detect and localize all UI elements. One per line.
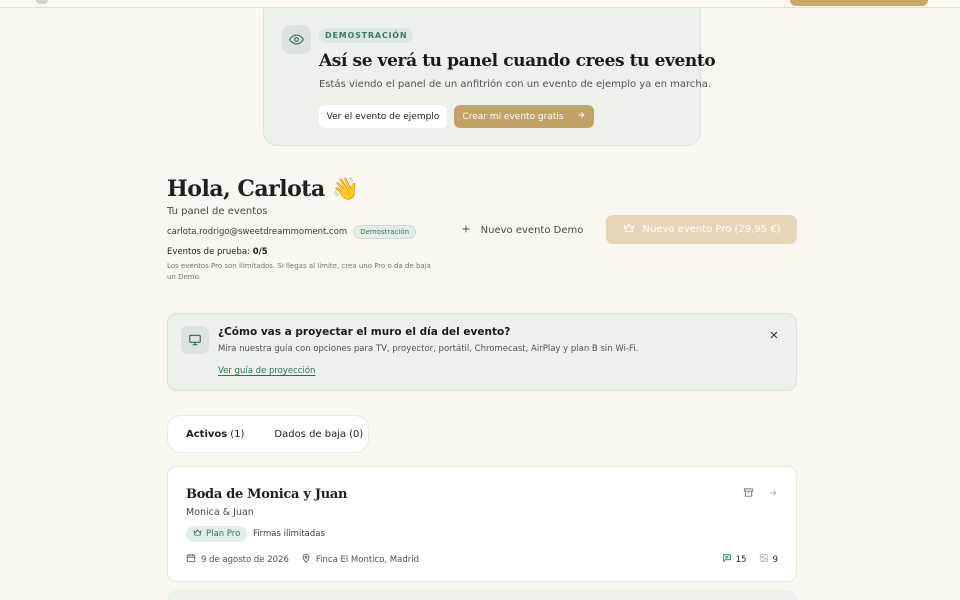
top-navigation-bar xyxy=(0,0,960,8)
event-date: 9 de agosto de 2026 xyxy=(186,553,289,566)
new-pro-event-button[interactable]: Nuevo evento Pro (29,95 €) xyxy=(606,215,797,244)
page-subtitle: Tu panel de eventos xyxy=(167,206,268,217)
demo-badge: DEMOSTRACIÓN xyxy=(319,28,414,43)
next-event-card-peek xyxy=(167,590,797,600)
plan-feature: Firmas ilimitadas xyxy=(253,529,325,539)
projection-title: ¿Cómo vas a proyectar el muro el día del… xyxy=(218,326,511,338)
messages-stat: 15 xyxy=(722,553,747,566)
plan-badge: Plan Pro xyxy=(186,526,248,542)
plus-icon xyxy=(461,224,471,237)
account-email: carlota.rodrigo@sweetdreammoment.com xyxy=(167,227,348,237)
event-card[interactable]: Boda de Monica y Juan Monica & Juan Plan… xyxy=(167,466,797,582)
account-info: carlota.rodrigo@sweetdreammoment.com Dem… xyxy=(167,225,417,239)
trial-limit-note: Los eventos Pro son ilimitados. Si llega… xyxy=(167,262,431,281)
event-tabs: Activos (1) Dados de baja (0) xyxy=(167,415,369,453)
archive-icon[interactable] xyxy=(743,483,754,502)
projection-description: Mira nuestra guía con opciones para TV, … xyxy=(218,344,639,354)
arrow-right-icon xyxy=(576,110,586,123)
monitor-icon xyxy=(181,326,209,354)
crown-icon xyxy=(193,528,202,540)
message-icon xyxy=(722,553,732,566)
event-title: Boda de Monica y Juan xyxy=(186,487,348,502)
create-free-event-button[interactable]: Crear mi evento gratis xyxy=(454,105,594,128)
page-title: Hola, Carlota 👋 xyxy=(167,176,359,202)
account-status-badge: Demostración xyxy=(353,225,417,239)
image-icon xyxy=(759,553,769,566)
demo-banner: DEMOSTRACIÓN Así se verá tu panel cuando… xyxy=(263,8,716,146)
nav-primary-button[interactable] xyxy=(790,0,928,6)
arrow-right-icon[interactable] xyxy=(768,483,778,502)
projection-guide-card: ¿Cómo vas a proyectar el muro el día del… xyxy=(167,313,797,391)
demo-description: Estás viendo el panel de un anfitrión co… xyxy=(319,79,712,90)
location-pin-icon xyxy=(301,553,311,566)
event-stats: 15 9 xyxy=(722,553,778,566)
trial-events-counter: Eventos de prueba: 0/5 xyxy=(167,247,268,257)
crown-icon xyxy=(623,222,635,237)
demo-title: Así se verá tu panel cuando crees tu eve… xyxy=(319,51,716,71)
tab-archived-events[interactable]: Dados de baja (0) xyxy=(261,420,376,448)
event-couple: Monica & Juan xyxy=(186,507,254,518)
view-example-event-button[interactable]: Ver el evento de ejemplo xyxy=(319,105,447,128)
eye-icon xyxy=(282,25,311,54)
event-location: Finca El Montico, Madrid xyxy=(301,553,419,566)
projection-guide-link[interactable]: Ver guía de proyección xyxy=(218,366,315,376)
event-meta: 9 de agosto de 2026 Finca El Montico, Ma… xyxy=(186,553,419,566)
tab-active-events[interactable]: Activos (1) xyxy=(173,420,257,448)
calendar-icon xyxy=(186,553,196,566)
event-card-actions xyxy=(743,483,778,502)
photos-stat: 9 xyxy=(759,553,778,566)
nav-logo-fragment[interactable] xyxy=(36,0,48,4)
new-demo-event-button[interactable]: Nuevo evento Demo xyxy=(454,219,590,241)
close-icon[interactable] xyxy=(768,329,780,341)
